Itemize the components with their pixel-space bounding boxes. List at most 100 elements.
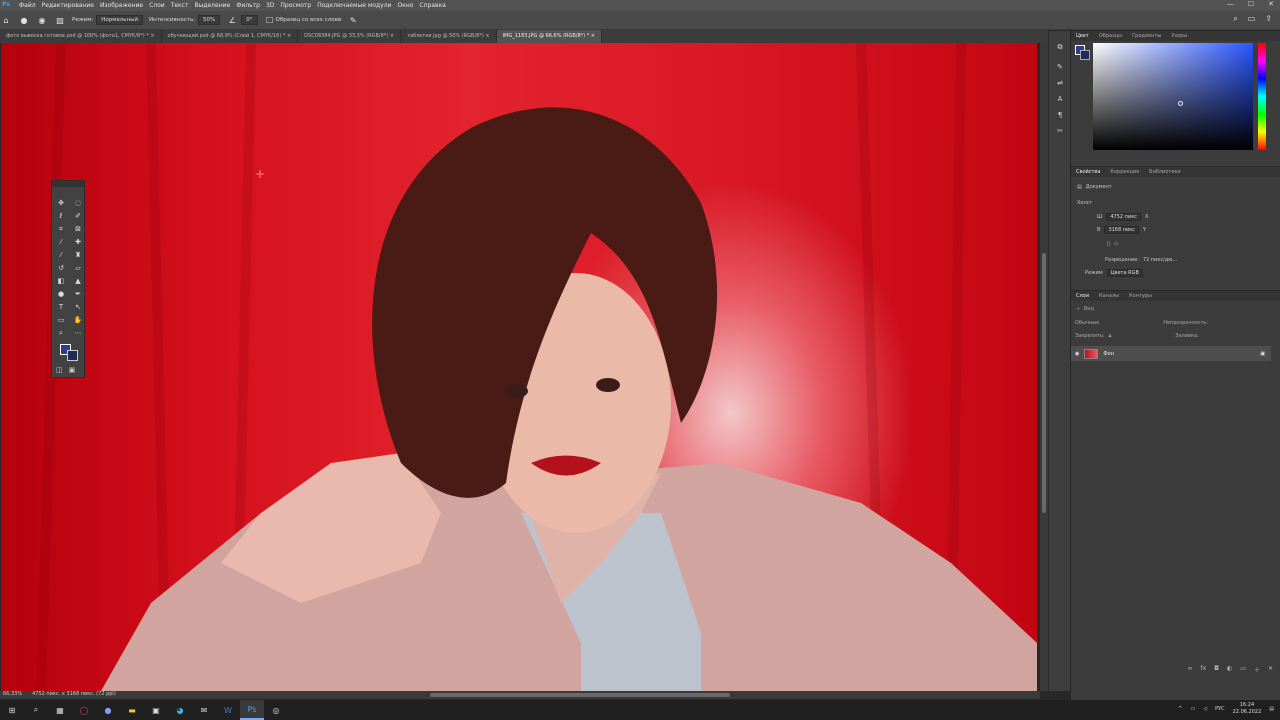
- brush-settings-icon[interactable]: ▨: [54, 14, 66, 26]
- character-panel-icon[interactable]: A: [1049, 91, 1071, 107]
- eraser-tool-icon[interactable]: ▱: [70, 262, 86, 274]
- eyedropper-tool-icon[interactable]: ⁄: [53, 236, 69, 248]
- tab-patterns[interactable]: Узоры: [1171, 33, 1187, 39]
- type-tool-icon[interactable]: T: [53, 301, 69, 313]
- document-image[interactable]: +: [1, 43, 1037, 691]
- burn-tool-icon[interactable]: ●: [18, 14, 30, 26]
- menu-window[interactable]: Окно: [397, 2, 413, 9]
- hand-tool-icon[interactable]: ✋: [70, 314, 86, 326]
- intensity-field[interactable]: 50%: [198, 15, 221, 25]
- delete-layer-icon[interactable]: ✕: [1268, 665, 1273, 674]
- pen-tool-icon[interactable]: ✒: [70, 288, 86, 300]
- tab-gradients[interactable]: Градиенты: [1132, 33, 1161, 39]
- tab-swatches[interactable]: Образцы: [1099, 33, 1122, 39]
- brush-panel-icon[interactable]: ✎: [1049, 59, 1071, 75]
- store-icon[interactable]: ▣: [144, 700, 168, 720]
- stamp-tool-icon[interactable]: ♜: [70, 249, 86, 261]
- close-button[interactable]: ✕: [1268, 0, 1274, 8]
- brush-preset-icon[interactable]: ◉: [36, 14, 48, 26]
- frame-tool-icon[interactable]: ⊠: [70, 223, 86, 235]
- mode-select[interactable]: Нормальный: [96, 15, 144, 25]
- mail-icon[interactable]: ✉: [192, 700, 216, 720]
- task-view-icon[interactable]: ▦: [48, 700, 72, 720]
- menu-3d[interactable]: 3D: [266, 2, 274, 9]
- layer-filter-label[interactable]: Вид: [1084, 306, 1094, 312]
- layer-name[interactable]: Фон: [1103, 351, 1114, 357]
- quick-mask-icon[interactable]: ◫: [56, 366, 63, 374]
- menu-plugins[interactable]: Подключаемые модули: [317, 2, 391, 9]
- tray-chevron-icon[interactable]: ^: [1178, 706, 1182, 712]
- angle-field[interactable]: 0°: [241, 15, 258, 25]
- canvas-section-label[interactable]: Холст: [1077, 200, 1092, 206]
- tab-doc-2[interactable]: обучающий.psd @ 68,9% (Слой 1, CMYK/16) …: [162, 30, 299, 43]
- opera-icon[interactable]: ◯: [72, 700, 96, 720]
- menu-filter[interactable]: Фильтр: [236, 2, 260, 9]
- tab-color[interactable]: Цвет: [1076, 33, 1089, 39]
- visibility-eye-icon[interactable]: ◉: [1075, 351, 1079, 357]
- new-group-icon[interactable]: ▭: [1240, 665, 1246, 674]
- crop-tool-icon[interactable]: ⌗: [53, 223, 69, 235]
- pressure-icon[interactable]: ✎: [347, 14, 359, 26]
- tab-channels[interactable]: Каналы: [1099, 293, 1119, 299]
- vertical-scrollbar[interactable]: [1040, 43, 1048, 691]
- path-select-tool-icon[interactable]: ↖: [70, 301, 86, 313]
- photoshop-taskbar-icon[interactable]: Ps: [240, 700, 264, 720]
- color-panel-bg-swatch[interactable]: [1080, 50, 1090, 60]
- tab-libraries[interactable]: Библиотеки: [1149, 169, 1181, 175]
- lock-icon[interactable]: 🔒︎: [1109, 333, 1112, 339]
- home-icon[interactable]: ⌂: [0, 14, 12, 26]
- menu-view[interactable]: Просмотр: [280, 2, 311, 9]
- explorer-icon[interactable]: ▬: [120, 700, 144, 720]
- blur-tool-icon[interactable]: ▲: [70, 275, 86, 287]
- layer-lock-icon[interactable]: ▣: [1260, 351, 1265, 357]
- zoom-level[interactable]: 66,33%: [3, 691, 22, 699]
- tab-layers[interactable]: Слои: [1076, 293, 1089, 299]
- layer-row-background[interactable]: ◉ Фон ▣: [1071, 346, 1271, 361]
- menu-edit[interactable]: Редактирование: [42, 2, 94, 9]
- tab-adjustments[interactable]: Коррекция: [1110, 169, 1139, 175]
- word-icon[interactable]: W: [216, 700, 240, 720]
- horizontal-scroll-thumb[interactable]: [430, 693, 730, 697]
- search-icon[interactable]: ⌕: [1233, 14, 1237, 24]
- background-color-swatch[interactable]: [67, 350, 78, 361]
- tab-doc-5[interactable]: IMG_1183.JPG @ 66,6% (RGB/8*) * ×: [496, 30, 602, 43]
- link-layers-icon[interactable]: ∞: [1188, 665, 1193, 674]
- tab-doc-3[interactable]: DSC08384.JPG @ 33,3% (RGB/8*) ×: [298, 30, 402, 43]
- healing-tool-icon[interactable]: ✚: [70, 236, 86, 248]
- history-panel-icon[interactable]: ⧉: [1049, 39, 1071, 55]
- brush-tool-icon[interactable]: ⁄: [53, 249, 69, 261]
- layer-style-icon[interactable]: fx: [1201, 665, 1207, 674]
- menu-file[interactable]: Файл: [19, 2, 36, 9]
- tab-doc-1[interactable]: фото вывеска готовое.psd @ 100% (фото1, …: [0, 30, 162, 43]
- dodge-tool-icon[interactable]: ●: [53, 288, 69, 300]
- lasso-tool-icon[interactable]: ℓ: [53, 210, 69, 222]
- menu-help[interactable]: Справка: [419, 2, 445, 9]
- add-mask-icon[interactable]: ◘: [1214, 665, 1219, 674]
- maximize-button[interactable]: ☐: [1248, 0, 1254, 8]
- blend-mode-select[interactable]: Обычные: [1075, 320, 1099, 326]
- quick-select-tool-icon[interactable]: ✐: [70, 210, 86, 222]
- tab-doc-4[interactable]: таблетки.jpg @ 50% (RGB/8*) ×: [401, 30, 497, 43]
- paragraph-panel-icon[interactable]: ¶: [1049, 107, 1071, 123]
- search-taskbar-icon[interactable]: ⌕: [24, 700, 48, 720]
- menu-type[interactable]: Текст: [171, 2, 189, 9]
- move-tool-icon[interactable]: ✥: [53, 197, 69, 209]
- screen-mode-icon[interactable]: ▣: [69, 366, 76, 374]
- new-layer-icon[interactable]: ＋: [1254, 665, 1260, 674]
- width-field[interactable]: 4752 пикс: [1106, 213, 1141, 221]
- color-picker-cursor[interactable]: [1178, 101, 1183, 106]
- volume-icon[interactable]: ◁: [1203, 706, 1207, 712]
- start-icon[interactable]: ⊞: [0, 700, 24, 720]
- color-mode-select[interactable]: Цвета RGB: [1106, 269, 1143, 277]
- obs-icon[interactable]: ◎: [264, 700, 288, 720]
- layer-filter-search-icon[interactable]: ⌕: [1077, 306, 1080, 312]
- language-indicator[interactable]: РУС: [1215, 706, 1225, 712]
- adjust-panel-icon[interactable]: ⇌: [1049, 75, 1071, 91]
- color-picker-field[interactable]: [1093, 43, 1253, 150]
- height-field[interactable]: 3168 пикс: [1104, 226, 1140, 234]
- workspace-icon[interactable]: ▭: [1248, 14, 1256, 24]
- tab-properties[interactable]: Свойства: [1076, 169, 1100, 175]
- rectangle-tool-icon[interactable]: ▭: [53, 314, 69, 326]
- share-icon[interactable]: ⇪: [1265, 14, 1272, 24]
- menu-layers[interactable]: Слои: [149, 2, 165, 9]
